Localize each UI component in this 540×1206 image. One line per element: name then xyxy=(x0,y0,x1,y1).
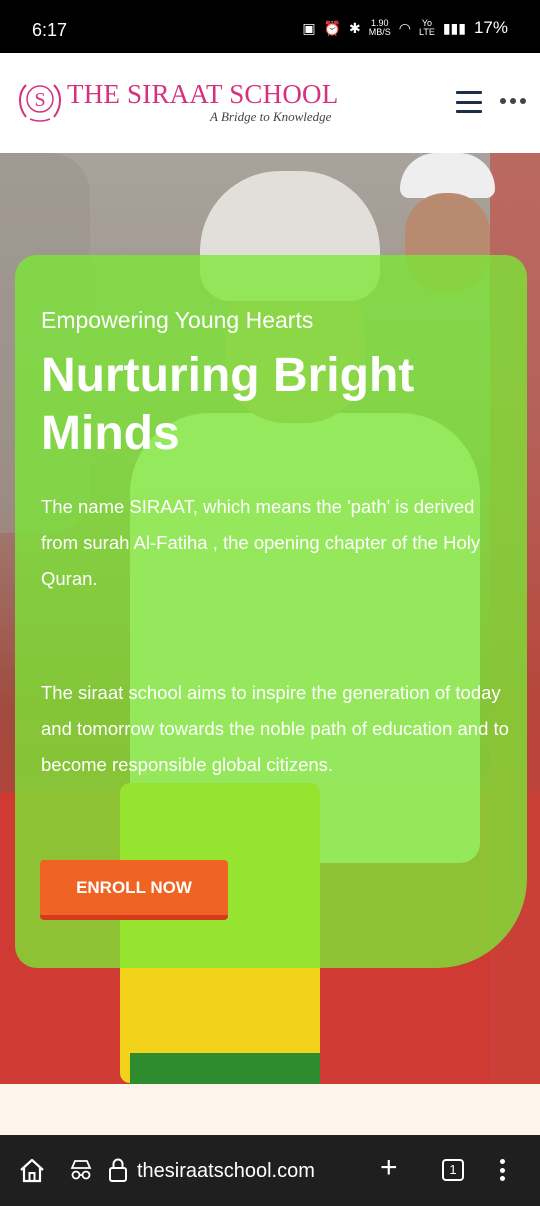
lock-icon[interactable] xyxy=(107,1157,129,1183)
bluetooth-icon: ✱ xyxy=(349,19,361,36)
more-horizontal-icon[interactable] xyxy=(500,98,526,106)
plus-icon[interactable]: + xyxy=(380,1153,398,1183)
home-icon[interactable] xyxy=(18,1157,46,1183)
lte-indicator: Yo LTE xyxy=(419,18,435,37)
hero-eyebrow: Empowering Young Hearts xyxy=(41,307,314,333)
network-speed: 1.90 MB/S xyxy=(368,18,391,37)
status-bar: 6:17 ▣ ⏰ ✱ 1.90 MB/S ◠ Yo LTE ▮▮▮ 17% xyxy=(0,0,540,53)
hero-card: Empowering Young Hearts Nurturing Bright… xyxy=(15,255,527,968)
hero-section: Empowering Young Hearts Nurturing Bright… xyxy=(0,153,540,1084)
hero-paragraph: The name SIRAAT, which means the 'path' … xyxy=(41,496,481,589)
svg-text:S: S xyxy=(34,89,45,111)
school-name[interactable]: THE SIRAAT SCHOOL xyxy=(67,79,338,110)
incognito-icon[interactable] xyxy=(68,1157,94,1183)
alarm-icon: ⏰ xyxy=(323,19,342,36)
school-logo-emblem[interactable]: S xyxy=(16,77,64,125)
nfc-icon: ▣ xyxy=(302,19,316,36)
site-header: S THE SIRAAT SCHOOL A Bridge to Knowledg… xyxy=(0,53,540,153)
school-tagline: A Bridge to Knowledge xyxy=(210,109,332,124)
signal-icon: ▮▮▮ xyxy=(442,19,466,36)
status-icons: ▣ ⏰ ✱ 1.90 MB/S ◠ Yo LTE ▮▮▮ 17% xyxy=(302,18,508,38)
url-bar[interactable]: thesiraatschool.com xyxy=(137,1160,315,1183)
next-section xyxy=(0,1084,540,1135)
more-vertical-icon[interactable] xyxy=(500,1159,506,1181)
enroll-now-button[interactable]: ENROLL NOW xyxy=(40,860,228,920)
wifi-icon: ◠ xyxy=(398,19,411,36)
hero-paragraph: The siraat school aims to inspire the ge… xyxy=(41,682,509,775)
hero-heading: Nurturing Bright Minds xyxy=(41,349,415,460)
status-time: 6:17 xyxy=(32,20,68,40)
browser-toolbar: thesiraatschool.com + 1 xyxy=(0,1135,540,1206)
menu-icon[interactable] xyxy=(456,91,482,113)
tabs-icon[interactable]: 1 xyxy=(442,1159,464,1181)
battery-level: 17% xyxy=(473,18,508,37)
